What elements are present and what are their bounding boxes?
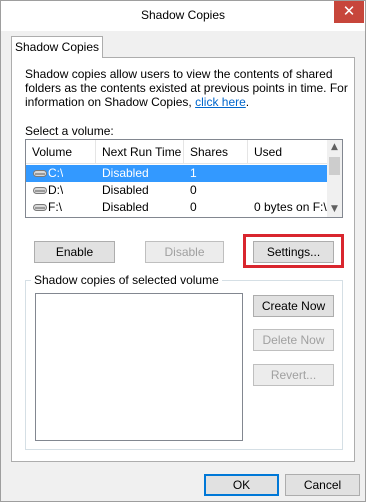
column-header-next-run[interactable]: Next Run Time xyxy=(96,140,184,164)
volume-name: D:\ xyxy=(48,183,64,197)
select-volume-label: Select a volume: xyxy=(25,124,114,138)
scroll-thumb[interactable] xyxy=(329,157,340,175)
group-title: Shadow copies of selected volume xyxy=(31,273,222,287)
volume-row-f[interactable]: F:\ Disabled 0 0 bytes on F:\ xyxy=(26,199,328,216)
title-bar: Shadow Copies ✕ xyxy=(1,1,365,31)
settings-highlight-box xyxy=(243,234,344,268)
help-link[interactable]: click here xyxy=(195,95,246,109)
volume-list-scrollbar[interactable]: ▲ ▼ xyxy=(327,140,342,217)
description-end: . xyxy=(245,95,250,109)
column-header-used[interactable]: Used xyxy=(248,140,328,164)
shares-count: 0 xyxy=(190,200,197,214)
description-text: Shadow copies allow users to view the co… xyxy=(25,67,350,109)
drive-icon xyxy=(33,170,47,177)
shadow-copy-list[interactable] xyxy=(35,293,243,441)
tab-shadow-copies[interactable]: Shadow Copies xyxy=(11,36,103,58)
scroll-up-icon[interactable]: ▲ xyxy=(327,140,342,155)
create-now-button[interactable]: Create Now xyxy=(253,295,334,317)
drive-icon xyxy=(33,204,47,211)
disable-button[interactable]: Disable xyxy=(145,241,224,263)
next-run-time: Disabled xyxy=(102,166,149,180)
revert-button[interactable]: Revert... xyxy=(253,364,334,386)
scroll-down-icon[interactable]: ▼ xyxy=(327,202,342,217)
shares-count: 0 xyxy=(190,183,197,197)
column-header-volume[interactable]: Volume xyxy=(26,140,96,164)
volume-name: C:\ xyxy=(48,166,64,180)
window-title: Shadow Copies xyxy=(140,8,226,22)
volume-list-header: Volume Next Run Time Shares Used xyxy=(26,140,328,164)
volume-row-d[interactable]: D:\ Disabled 0 xyxy=(26,182,328,199)
drive-icon xyxy=(33,187,47,194)
close-button[interactable]: ✕ xyxy=(334,1,364,23)
volume-name: F:\ xyxy=(48,200,62,214)
enable-button[interactable]: Enable xyxy=(34,241,115,263)
delete-now-button[interactable]: Delete Now xyxy=(253,329,334,351)
volume-row-c[interactable]: C:\ Disabled 1 xyxy=(26,165,328,182)
next-run-time: Disabled xyxy=(102,183,149,197)
next-run-time: Disabled xyxy=(102,200,149,214)
shares-count: 1 xyxy=(190,166,197,180)
used-space: 0 bytes on F:\ xyxy=(254,200,327,214)
volume-list[interactable]: Volume Next Run Time Shares Used C:\ Dis… xyxy=(25,139,343,218)
close-icon: ✕ xyxy=(342,2,356,20)
column-header-shares[interactable]: Shares xyxy=(184,140,248,164)
description-body: Shadow copies allow users to view the co… xyxy=(25,67,348,109)
ok-button[interactable]: OK xyxy=(204,474,279,496)
cancel-button[interactable]: Cancel xyxy=(285,474,360,496)
